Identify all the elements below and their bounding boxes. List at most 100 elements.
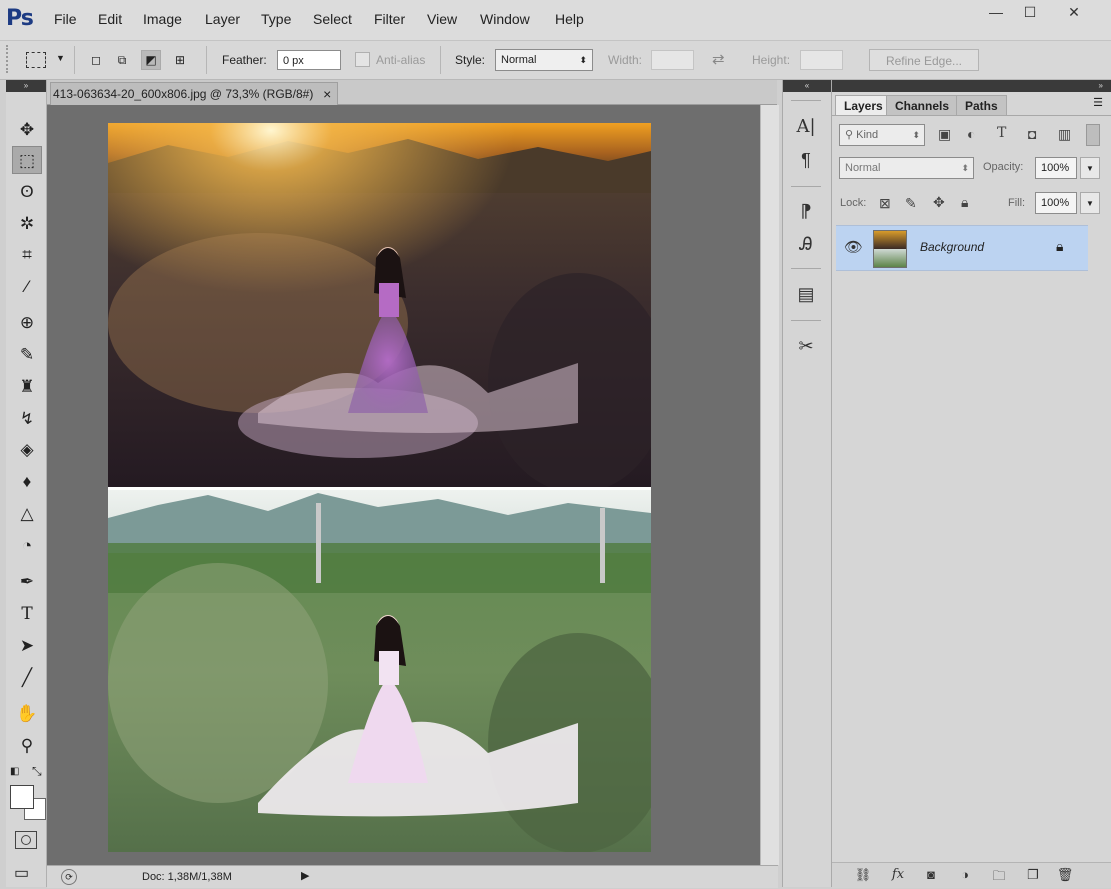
blend-mode-select[interactable]: Normal ⬍ [839, 157, 974, 179]
filter-toggle[interactable] [1086, 124, 1100, 146]
filter-kind-select[interactable]: ⚲ Kind ⬍ [839, 124, 925, 146]
divider [791, 320, 821, 321]
paragraph-styles-icon[interactable]: ⁋ [791, 197, 821, 225]
opacity-input[interactable]: 100% [1035, 157, 1077, 179]
group-folder-icon[interactable]: 🗀︎ [988, 867, 1010, 889]
fx-icon[interactable]: fx [887, 867, 909, 882]
close-icon[interactable]: × [323, 83, 331, 105]
shape-filter-icon[interactable]: ◘ [1028, 126, 1036, 142]
crop-tool-icon[interactable]: ⌗ [12, 241, 42, 269]
document-tab[interactable]: 413-063634-20_600x806.jpg @ 73,3% (RGB/8… [50, 82, 339, 105]
chevron-down-icon[interactable]: ▼ [56, 53, 65, 63]
adjustment-filter-icon[interactable]: ◐ [967, 126, 975, 142]
type-tool-icon[interactable]: T [12, 600, 42, 628]
path-selection-tool-icon[interactable]: ➤ [12, 632, 42, 660]
screen-mode-icon[interactable]: ▭ [14, 863, 29, 883]
brush-tool-icon[interactable]: ✎ [12, 341, 42, 369]
swap-colors-icon[interactable]: ⤡ [32, 764, 42, 779]
minimize-button[interactable]: — [978, 0, 1014, 24]
panel-menu-icon[interactable]: ☰ [1093, 96, 1103, 109]
zoom-tool-icon[interactable]: ⚲ [12, 732, 42, 760]
clone-stamp-tool-icon[interactable]: ♜ [12, 373, 42, 401]
character-panel-icon[interactable]: A| [791, 113, 821, 141]
subtract-selection-icon[interactable]: ◩ [141, 50, 161, 70]
pixel-filter-icon[interactable]: ▣ [938, 126, 951, 143]
height-input[interactable] [800, 50, 843, 70]
menu-help[interactable]: Help [555, 11, 584, 27]
menu-layer[interactable]: Layer [205, 11, 240, 27]
lock-transparent-icon[interactable]: ⊠ [879, 195, 891, 212]
collapse-icon[interactable]: » [6, 80, 46, 92]
pen-tool-icon[interactable]: ✒ [12, 568, 42, 596]
tab-paths[interactable]: Paths [956, 95, 1007, 115]
width-input[interactable] [651, 50, 694, 70]
magic-wand-tool-icon[interactable]: ✲ [12, 210, 42, 238]
quick-mask-icon[interactable] [15, 831, 37, 849]
trash-icon[interactable]: 🗑︎ [1054, 867, 1076, 883]
collapse-icon[interactable]: » [1099, 81, 1103, 90]
layer-name[interactable]: Background [920, 240, 984, 254]
status-menu-icon[interactable]: ▶ [301, 869, 309, 882]
layer-thumbnail [873, 230, 907, 268]
character-styles-icon[interactable]: Ꭿ [791, 230, 821, 258]
intersect-selection-icon[interactable]: ⊞ [170, 50, 190, 70]
healing-brush-tool-icon[interactable]: ⊕ [12, 309, 42, 337]
link-layers-icon[interactable]: ⛓ [852, 867, 874, 883]
eraser-tool-icon[interactable]: ◈ [12, 436, 42, 464]
canvas-area[interactable] [47, 105, 760, 865]
add-mask-icon[interactable]: ◙ [920, 867, 942, 882]
menu-image[interactable]: Image [143, 11, 182, 27]
style-select[interactable]: Normal ⬍ [495, 49, 593, 71]
vertical-scrollbar[interactable] [760, 105, 779, 865]
chevron-down-icon[interactable]: ▼ [1080, 157, 1100, 179]
refine-edge-button[interactable]: Refine Edge... [869, 49, 979, 71]
updown-icon: ⬍ [912, 130, 920, 140]
menu-select[interactable]: Select [313, 11, 352, 27]
hand-tool-icon[interactable]: ✋ [12, 700, 42, 728]
fill-input[interactable]: 100% [1035, 192, 1077, 214]
move-tool-icon[interactable]: ✥ [12, 116, 42, 144]
history-brush-tool-icon[interactable]: ↯ [12, 405, 42, 433]
dodge-tool-icon[interactable]: ◔ [12, 532, 42, 560]
type-filter-icon[interactable]: T [997, 125, 1006, 141]
menu-type[interactable]: Type [261, 11, 291, 27]
menu-file[interactable]: File [54, 11, 77, 27]
menu-window[interactable]: Window [480, 11, 530, 27]
paint-bucket-tool-icon[interactable]: ♦ [12, 468, 42, 496]
new-layer-icon[interactable]: ❐ [1022, 867, 1044, 883]
info-panel-icon[interactable]: ▤ [791, 280, 821, 308]
marquee-tool-icon[interactable]: ⬚ [12, 146, 42, 174]
swap-icon[interactable]: ⇄ [712, 50, 725, 68]
status-bar: ⟳ Doc: 1,38M/1,38M ▶ [47, 865, 778, 888]
feather-input[interactable]: 0 px [277, 50, 341, 70]
add-to-selection-icon[interactable]: ⧉ [112, 50, 132, 70]
adjustment-layer-icon[interactable]: ◑ [954, 867, 976, 882]
lock-all-icon[interactable]: 🔒︎ [961, 194, 968, 211]
line-tool-icon[interactable]: ╱ [12, 664, 42, 692]
tab-layers[interactable]: Layers [835, 95, 892, 115]
smart-object-filter-icon[interactable]: ▥ [1058, 126, 1071, 143]
blur-tool-icon[interactable]: △ [12, 500, 42, 528]
eye-icon[interactable]: 👁︎ [844, 238, 863, 256]
layer-row-background[interactable]: 👁︎ Background 🔒︎ [836, 225, 1088, 271]
new-selection-icon[interactable]: ◻ [86, 50, 106, 70]
lasso-tool-icon[interactable]: ʘ [12, 178, 42, 206]
lock-image-icon[interactable]: ✎ [905, 195, 917, 212]
chevron-down-icon[interactable]: ▼ [1080, 192, 1100, 214]
maximize-button[interactable]: ☐ [1012, 0, 1048, 24]
close-window-button[interactable]: ✕ [1056, 0, 1092, 24]
rect-marquee-preset-icon[interactable] [26, 52, 46, 68]
paragraph-panel-icon[interactable]: ¶ [791, 146, 821, 174]
menu-edit[interactable]: Edit [98, 11, 122, 27]
tab-channels[interactable]: Channels [886, 95, 959, 115]
lock-position-icon[interactable]: ✥ [933, 194, 945, 211]
menu-view[interactable]: View [427, 11, 457, 27]
menu-filter[interactable]: Filter [374, 11, 405, 27]
default-colors-icon[interactable]: ◧ [10, 766, 19, 777]
tool-presets-icon[interactable]: ✂ [791, 332, 821, 360]
eyedropper-tool-icon[interactable]: ⁄ [12, 273, 42, 301]
collapse-icon[interactable]: « [783, 80, 831, 92]
share-icon[interactable]: ⟳ [61, 869, 77, 885]
foreground-color-swatch[interactable] [10, 785, 34, 809]
antialias-checkbox[interactable] [355, 52, 370, 67]
